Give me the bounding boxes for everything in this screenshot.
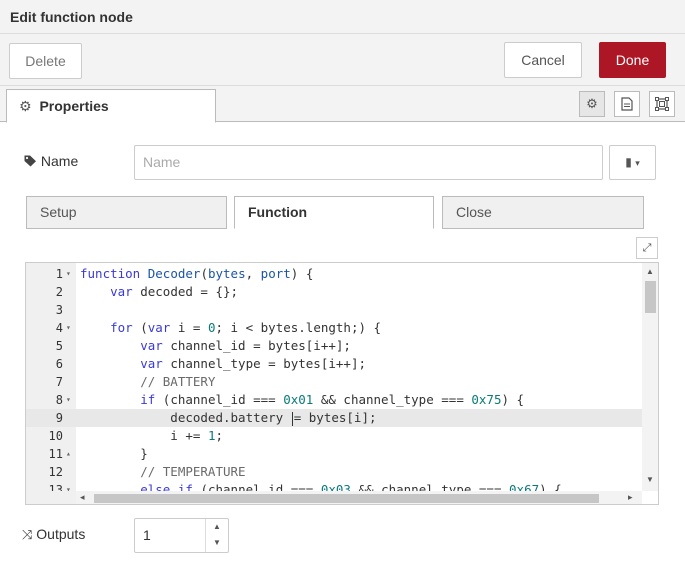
- horizontal-scrollbar[interactable]: ◂ ▸: [76, 491, 642, 504]
- name-field-label: Name: [24, 153, 78, 169]
- properties-tab-button[interactable]: ⚙: [579, 91, 605, 117]
- vertical-scrollbar[interactable]: ▲ ▼: [642, 263, 658, 491]
- line-number: 3: [55, 303, 63, 317]
- line-number: 13: [48, 483, 63, 491]
- code-line[interactable]: 6 var channel_type = bytes[i++];: [26, 355, 642, 373]
- code-line[interactable]: 13 ▾ else if (channel_id === 0x03 && chan…: [26, 481, 642, 491]
- dialog-title: Edit function node: [0, 0, 685, 34]
- code-line[interactable]: 11 ▴ }: [26, 445, 642, 463]
- line-number: 6: [55, 357, 63, 371]
- code-line[interactable]: 7 // BATTERY: [26, 373, 642, 391]
- tab-bar: ⚙ Properties ⚙: [0, 86, 685, 123]
- chevron-down-icon: ▾: [635, 158, 640, 168]
- code-line[interactable]: 12 // TEMPERATURE: [26, 463, 642, 481]
- done-button[interactable]: Done: [599, 42, 666, 78]
- line-number: 4: [55, 321, 63, 335]
- horizontal-scroll-thumb[interactable]: [94, 494, 599, 503]
- tab-close[interactable]: Close: [442, 196, 644, 229]
- outputs-stepper[interactable]: ▲ ▼: [205, 519, 228, 552]
- tab-properties-label: Properties: [39, 98, 109, 114]
- appearance-tab-button[interactable]: [649, 91, 675, 117]
- line-number: 11: [48, 447, 63, 461]
- function-subtabs: Setup Function Close: [26, 196, 644, 229]
- scroll-up-icon[interactable]: ▲: [646, 267, 654, 276]
- decrement-icon[interactable]: ▼: [206, 535, 228, 551]
- line-number: 8: [55, 393, 63, 407]
- gear-icon: ⚙: [19, 98, 32, 114]
- gear-icon: ⚙: [586, 96, 598, 111]
- line-number: 12: [48, 465, 63, 479]
- code-line[interactable]: 2 var decoded = {};: [26, 283, 642, 301]
- description-tab-button[interactable]: [614, 91, 640, 117]
- scroll-down-icon[interactable]: ▼: [646, 475, 654, 484]
- code-line[interactable]: 10 i += 1;: [26, 427, 642, 445]
- code-text: else if (channel_id === 0x03 && channel_…: [140, 482, 562, 491]
- outputs-field-label: ⤨ Outputs: [22, 526, 85, 543]
- fold-toggle-icon[interactable]: ▴: [66, 445, 74, 463]
- tab-function[interactable]: Function: [234, 196, 434, 229]
- scroll-right-icon[interactable]: ▸: [628, 492, 633, 503]
- line-number: 9: [55, 411, 63, 425]
- code-text: i += 1;: [80, 428, 223, 443]
- increment-icon[interactable]: ▲: [206, 519, 228, 535]
- code-text: decoded.battery = bytes[i];: [80, 410, 377, 426]
- line-number: 5: [55, 339, 63, 353]
- library-button[interactable]: ▮ ▾: [609, 145, 656, 180]
- code-line[interactable]: 1 ▾ function Decoder(bytes, port) {: [26, 265, 642, 283]
- expand-editor-button[interactable]: ⤢: [636, 237, 658, 259]
- tag-icon: [24, 155, 36, 167]
- code-text: function Decoder(bytes, port) {: [80, 266, 314, 281]
- code-text: // BATTERY: [80, 374, 216, 389]
- scroll-left-icon[interactable]: ◂: [80, 492, 85, 503]
- fold-toggle-icon[interactable]: ▾: [66, 319, 74, 337]
- code-text: }: [80, 446, 148, 461]
- layout-icon: [655, 97, 669, 111]
- fold-toggle-icon[interactable]: ▾: [66, 391, 74, 409]
- fold-toggle-icon[interactable]: ▾: [66, 481, 74, 491]
- expand-icon: ⤢: [642, 242, 652, 254]
- fold-toggle-icon[interactable]: ▾: [66, 265, 74, 283]
- book-icon: ▮: [625, 155, 632, 169]
- code-line[interactable]: 8 ▾ if (channel_id === 0x01 && channel_ty…: [26, 391, 642, 409]
- code-line[interactable]: 3: [26, 301, 642, 319]
- code-text: // TEMPERATURE: [80, 464, 246, 479]
- tab-properties[interactable]: ⚙ Properties: [6, 89, 216, 123]
- code-text: for (var i = 0; i < bytes.length;) {: [110, 320, 382, 335]
- line-number: 2: [55, 285, 63, 299]
- code-line[interactable]: 4 ▾ for (var i = 0; i < bytes.length;) {: [26, 319, 642, 337]
- code-text: var decoded = {};: [110, 284, 239, 299]
- delete-button[interactable]: Delete: [9, 43, 82, 79]
- vertical-scroll-thumb[interactable]: [645, 281, 656, 313]
- code-text: var channel_type = bytes[i++];: [140, 356, 366, 371]
- code-line[interactable]: 5 var channel_id = bytes[i++];: [26, 337, 642, 355]
- name-label-text: Name: [40, 153, 79, 169]
- line-number: 10: [48, 429, 63, 443]
- name-input[interactable]: Name: [134, 145, 603, 180]
- line-number: 7: [55, 375, 63, 389]
- dialog-toolbar: Delete Cancel Done: [0, 34, 685, 86]
- code-text: if (channel_id === 0x01 && channel_type …: [140, 392, 525, 407]
- line-number: 1: [55, 267, 63, 281]
- code-area[interactable]: 1 ▾ function Decoder(bytes, port) {2 var d…: [26, 263, 642, 491]
- code-editor[interactable]: 1 ▾ function Decoder(bytes, port) {2 var d…: [25, 262, 659, 505]
- cancel-button[interactable]: Cancel: [504, 42, 582, 78]
- outputs-label-text: Outputs: [36, 526, 86, 542]
- code-text: var channel_id = bytes[i++];: [140, 338, 351, 353]
- code-line[interactable]: 9 decoded.battery = bytes[i];: [26, 409, 642, 427]
- tab-setup[interactable]: Setup: [26, 196, 227, 229]
- document-icon: [621, 97, 633, 111]
- shuffle-icon: ⤨: [22, 527, 33, 542]
